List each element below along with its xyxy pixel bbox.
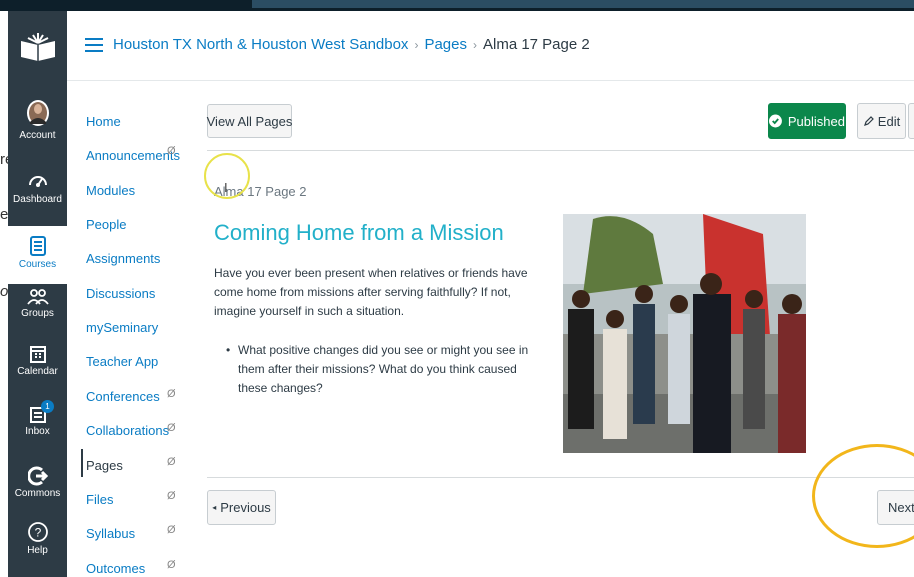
nav-dashboard[interactable]: Dashboard bbox=[8, 170, 67, 205]
course-nav-outcomes[interactable]: Outcomes bbox=[86, 561, 145, 576]
more-options-button[interactable] bbox=[908, 103, 914, 139]
nav-help[interactable]: ? Help bbox=[8, 521, 67, 556]
hidden-eye-icon: Ø bbox=[167, 422, 176, 434]
nav-label: Courses bbox=[18, 259, 57, 270]
global-navigation: Account Dashboard Courses Groups Calenda… bbox=[8, 11, 67, 577]
missionary-homecoming-photo bbox=[563, 214, 806, 453]
course-nav-teacher-app[interactable]: Teacher App bbox=[86, 354, 158, 369]
hidden-eye-icon: Ø bbox=[167, 559, 176, 571]
breadcrumb-pages-link[interactable]: Pages bbox=[424, 36, 467, 53]
hidden-eye-icon: Ø bbox=[167, 456, 176, 468]
breadcrumb-separator-icon: › bbox=[414, 38, 419, 52]
course-nav-files[interactable]: Files bbox=[86, 492, 113, 507]
course-nav-conferences[interactable]: Conferences bbox=[86, 389, 160, 404]
divider bbox=[207, 150, 914, 151]
breadcrumb-current: Alma 17 Page 2 bbox=[482, 36, 590, 53]
course-nav-pages[interactable]: Pages bbox=[86, 458, 123, 473]
check-circle-icon bbox=[769, 114, 782, 128]
logo[interactable] bbox=[8, 31, 67, 67]
nav-groups[interactable]: Groups bbox=[8, 288, 67, 319]
avatar-icon bbox=[26, 100, 49, 126]
nav-label: Inbox bbox=[25, 426, 50, 437]
chevron-left-icon: ◂ bbox=[212, 503, 217, 512]
course-nav-myseminary[interactable]: mySeminary bbox=[86, 320, 158, 335]
annotation-highlight-circle bbox=[812, 444, 914, 548]
hidden-eye-icon: Ø bbox=[167, 388, 176, 400]
active-item-indicator bbox=[81, 449, 83, 477]
edit-label: Edit bbox=[877, 113, 901, 129]
previous-label: Previous bbox=[220, 500, 271, 515]
nav-label: Groups bbox=[21, 308, 54, 319]
hidden-eye-icon: Ø bbox=[167, 145, 176, 157]
article-bullet-item: • What positive changes did you see or m… bbox=[224, 341, 544, 398]
course-nav-home[interactable]: Home bbox=[86, 114, 121, 129]
course-nav-syllabus[interactable]: Syllabus bbox=[86, 526, 135, 541]
published-label: Published bbox=[787, 113, 845, 129]
nav-account[interactable]: Account bbox=[8, 98, 67, 141]
page-header: Houston TX North & Houston West Sandbox ›… bbox=[67, 11, 914, 81]
calendar-icon bbox=[29, 346, 46, 363]
inbox-badge: 1 bbox=[41, 400, 54, 413]
breadcrumb: Houston TX North & Houston West Sandbox ›… bbox=[113, 36, 590, 53]
published-button[interactable]: Published bbox=[768, 103, 846, 139]
nav-label: Help bbox=[27, 545, 48, 556]
bullet-text: What positive changes did you see or mig… bbox=[238, 343, 529, 395]
nav-courses[interactable]: Courses bbox=[8, 226, 67, 284]
edit-button[interactable]: Edit bbox=[857, 103, 906, 139]
course-nav-collaborations[interactable]: Collaborations bbox=[86, 423, 169, 438]
svg-text:?: ? bbox=[34, 526, 41, 540]
course-nav-people[interactable]: People bbox=[86, 217, 126, 232]
groups-icon bbox=[26, 289, 49, 305]
course-nav-announcements[interactable]: Announcements bbox=[86, 148, 180, 163]
divider bbox=[207, 477, 914, 478]
article-paragraph: Have you ever been present when relative… bbox=[214, 266, 528, 318]
hamburger-menu-icon[interactable] bbox=[85, 38, 103, 52]
previous-button[interactable]: ◂ Previous bbox=[207, 490, 276, 525]
course-nav-assignments[interactable]: Assignments bbox=[86, 251, 160, 266]
bullet-icon: • bbox=[226, 343, 231, 357]
view-all-pages-button[interactable]: View All Pages bbox=[207, 104, 292, 138]
nav-commons[interactable]: Commons bbox=[8, 466, 67, 499]
nav-label: Account bbox=[19, 130, 56, 141]
text-cursor-icon: I bbox=[224, 180, 228, 195]
breadcrumb-course-link[interactable]: Houston TX North & Houston West Sandbox bbox=[113, 36, 408, 53]
breadcrumb-separator-icon: › bbox=[472, 38, 477, 52]
help-icon: ? bbox=[27, 522, 48, 542]
course-nav-modules[interactable]: Modules bbox=[86, 183, 135, 198]
nav-label: Dashboard bbox=[13, 194, 62, 205]
courses-icon bbox=[29, 236, 46, 256]
book-logo-icon bbox=[20, 33, 55, 61]
nav-calendar[interactable]: Calendar bbox=[8, 344, 67, 377]
course-nav-discussions[interactable]: Discussions bbox=[86, 286, 155, 301]
hidden-eye-icon: Ø bbox=[167, 490, 176, 502]
dashboard-icon bbox=[28, 176, 47, 187]
nav-inbox[interactable]: 1 Inbox bbox=[8, 400, 67, 437]
video-top-band bbox=[252, 0, 914, 8]
article-title: Coming Home from a Mission bbox=[214, 220, 504, 245]
nav-label: Commons bbox=[14, 488, 61, 499]
hidden-eye-icon: Ø bbox=[167, 524, 176, 536]
pencil-icon bbox=[863, 116, 874, 126]
nav-label: Calendar bbox=[17, 366, 58, 377]
commons-icon bbox=[27, 466, 48, 486]
